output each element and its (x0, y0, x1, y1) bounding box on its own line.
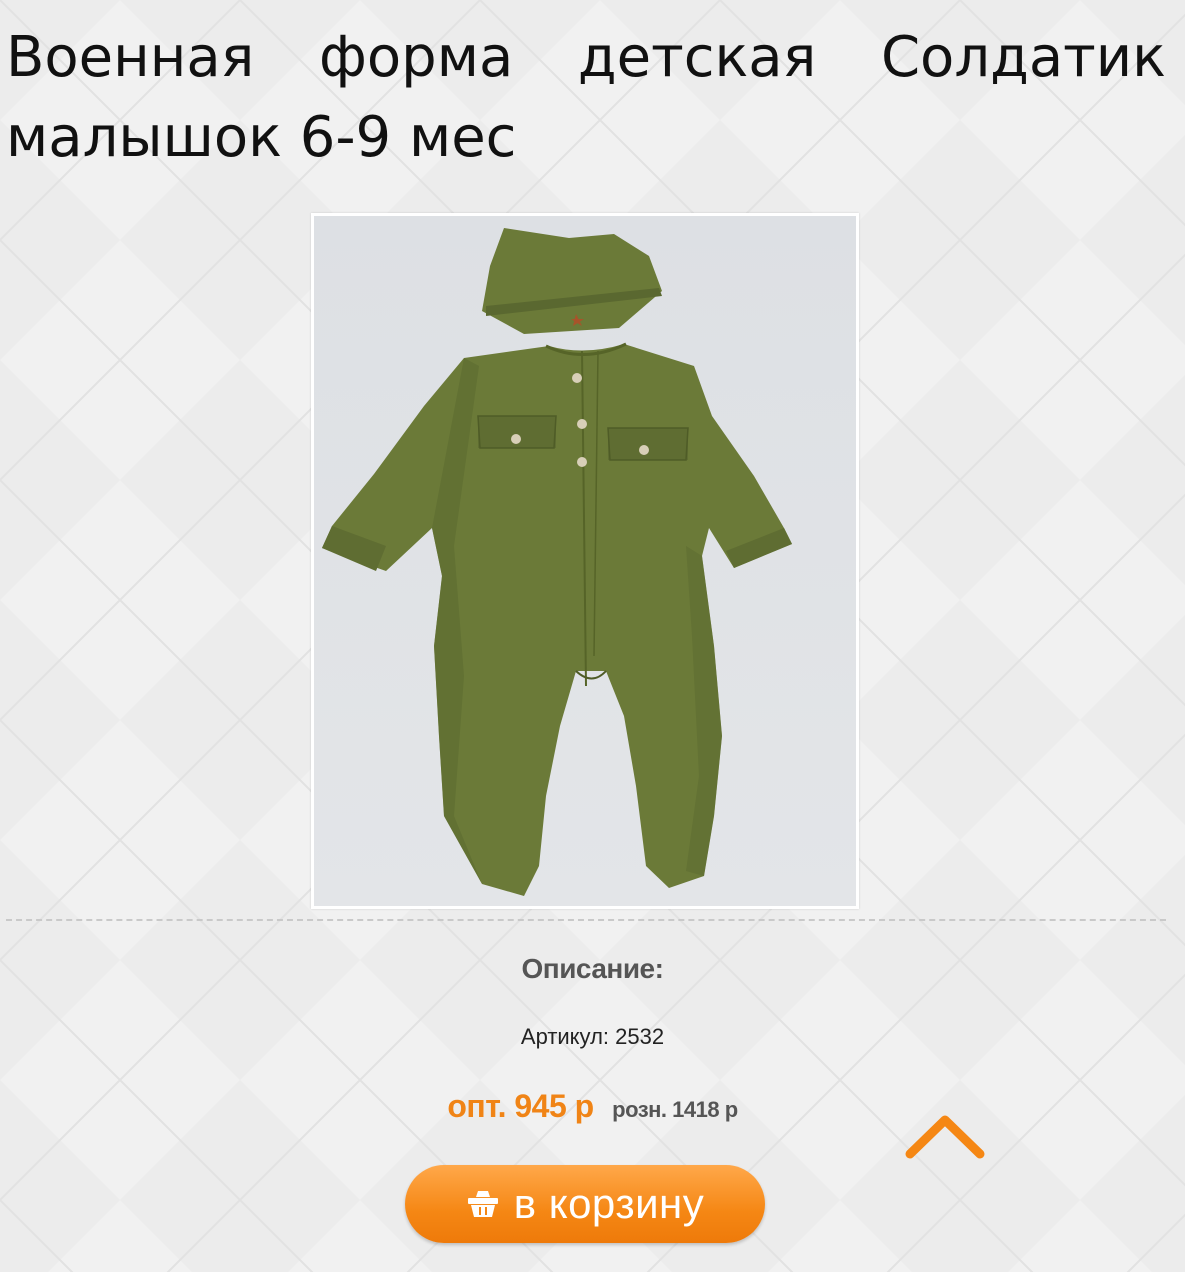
retail-price: розн. 1418 р (612, 1097, 738, 1122)
product-image[interactable] (311, 213, 859, 909)
sku-value: 2532 (615, 1024, 665, 1049)
product-title: Военная форма детская Солдатик малышок 6… (6, 25, 1166, 170)
add-to-cart-label: в корзину (513, 1180, 705, 1227)
description-heading: Описание: (521, 953, 664, 984)
uniform-photo (314, 216, 856, 906)
basket-icon (467, 1191, 498, 1217)
section-divider (6, 919, 1166, 921)
sku-line: Артикул: 2532 (0, 1024, 1185, 1050)
chevron-up-icon (905, 1115, 985, 1159)
add-to-cart-button[interactable]: в корзину (405, 1165, 765, 1243)
sku-label: Артикул: (520, 1024, 610, 1049)
wholesale-price: опт. 945 р (447, 1088, 594, 1124)
price-line: опт. 945 р розн. 1418 р (0, 1088, 1185, 1125)
scroll-to-top-button[interactable] (902, 1108, 988, 1164)
